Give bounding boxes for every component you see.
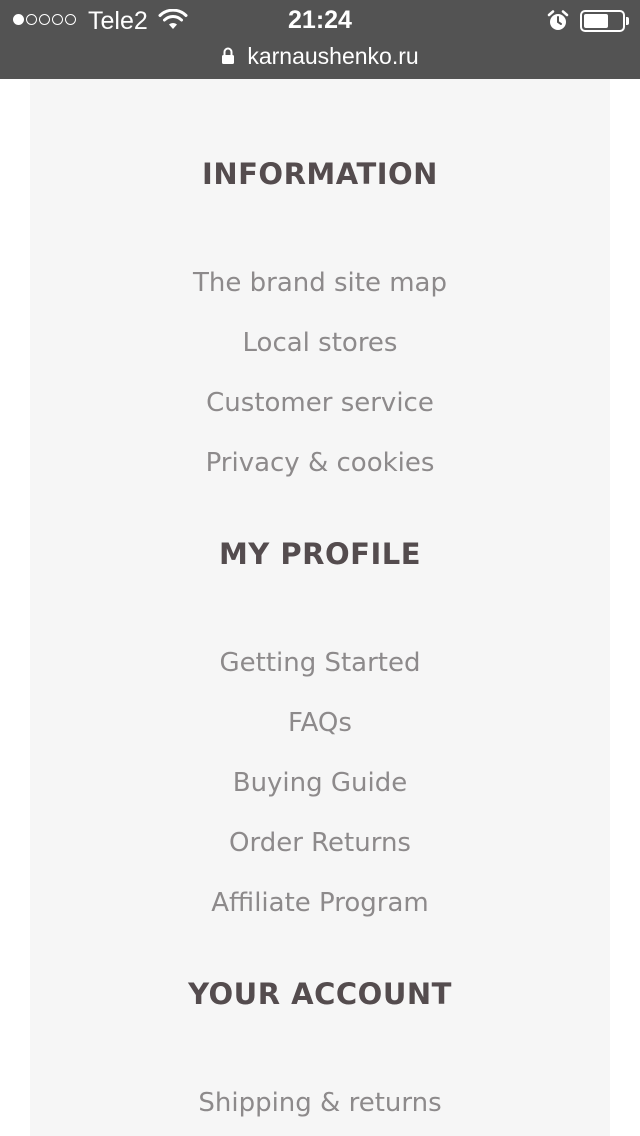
footer-link-order-returns[interactable]: Order Returns bbox=[30, 828, 610, 858]
page-url[interactable]: karnaushenko.ru bbox=[247, 43, 418, 70]
footer-link-privacy-cookies[interactable]: Privacy & cookies bbox=[30, 448, 610, 478]
battery-tip bbox=[626, 17, 629, 25]
battery-icon bbox=[580, 10, 630, 32]
address-bar[interactable]: karnaushenko.ru bbox=[0, 40, 640, 72]
lock-icon bbox=[222, 47, 235, 64]
footer-link-affiliate-program[interactable]: Affiliate Program bbox=[30, 888, 610, 918]
battery-level bbox=[584, 14, 608, 28]
footer-link-customer-service[interactable]: Customer service bbox=[30, 388, 610, 418]
footer-link-brand-site-map[interactable]: The brand site map bbox=[30, 268, 610, 298]
alarm-icon bbox=[547, 10, 569, 30]
system-status-row: Tele2 21:24 bbox=[0, 0, 640, 42]
clock: 21:24 bbox=[288, 6, 352, 34]
section-title-my-profile: MY PROFILE bbox=[218, 537, 422, 571]
footer-links-panel: INFORMATION The brand site map Local sto… bbox=[30, 79, 610, 1136]
footer-link-shipping-returns[interactable]: Shipping & returns bbox=[30, 1088, 610, 1118]
footer-link-getting-started[interactable]: Getting Started bbox=[30, 648, 610, 678]
footer-link-local-stores[interactable]: Local stores bbox=[30, 328, 610, 358]
footer-link-faqs[interactable]: FAQs bbox=[30, 708, 610, 738]
browser-status-bar: Tele2 21:24 karnaushenko.ru bbox=[0, 0, 640, 79]
footer-link-buying-guide[interactable]: Buying Guide bbox=[30, 768, 610, 798]
section-title-information: INFORMATION bbox=[202, 157, 438, 191]
section-title-your-account: YOUR ACCOUNT bbox=[188, 977, 452, 1011]
